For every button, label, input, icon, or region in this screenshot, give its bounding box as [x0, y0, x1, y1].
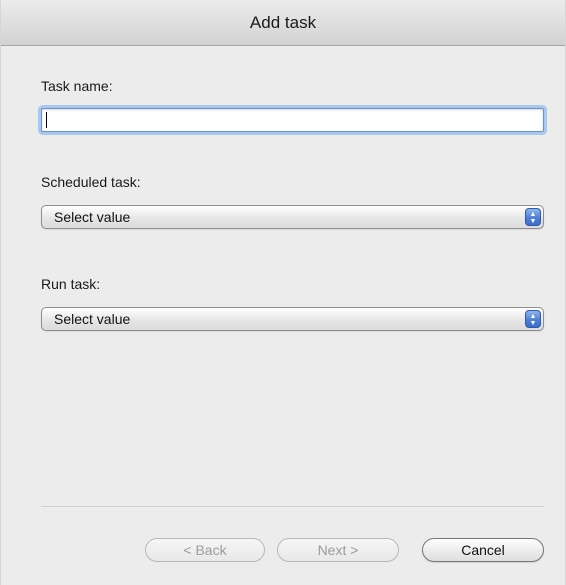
up-down-chevron-icon: ▲ ▼	[525, 208, 541, 226]
up-down-chevron-icon: ▲ ▼	[525, 310, 541, 328]
next-button[interactable]: Next >	[277, 538, 399, 562]
back-button[interactable]: < Back	[145, 538, 265, 562]
run-task-select[interactable]: Select value ▲ ▼	[41, 307, 544, 331]
text-caret	[46, 112, 47, 128]
scheduled-task-select[interactable]: Select value ▲ ▼	[41, 205, 544, 229]
task-name-input[interactable]	[41, 108, 544, 132]
footer-divider	[41, 506, 544, 507]
scheduled-task-value: Select value	[54, 209, 131, 225]
run-task-label: Run task:	[41, 276, 101, 292]
dialog-title: Add task	[1, 0, 565, 46]
task-name-label: Task name:	[41, 78, 113, 94]
run-task-value: Select value	[54, 311, 131, 327]
add-task-dialog: Add task Task name: Scheduled task: Sele…	[0, 0, 566, 585]
scheduled-task-label: Scheduled task:	[41, 174, 141, 190]
cancel-button[interactable]: Cancel	[422, 538, 544, 562]
